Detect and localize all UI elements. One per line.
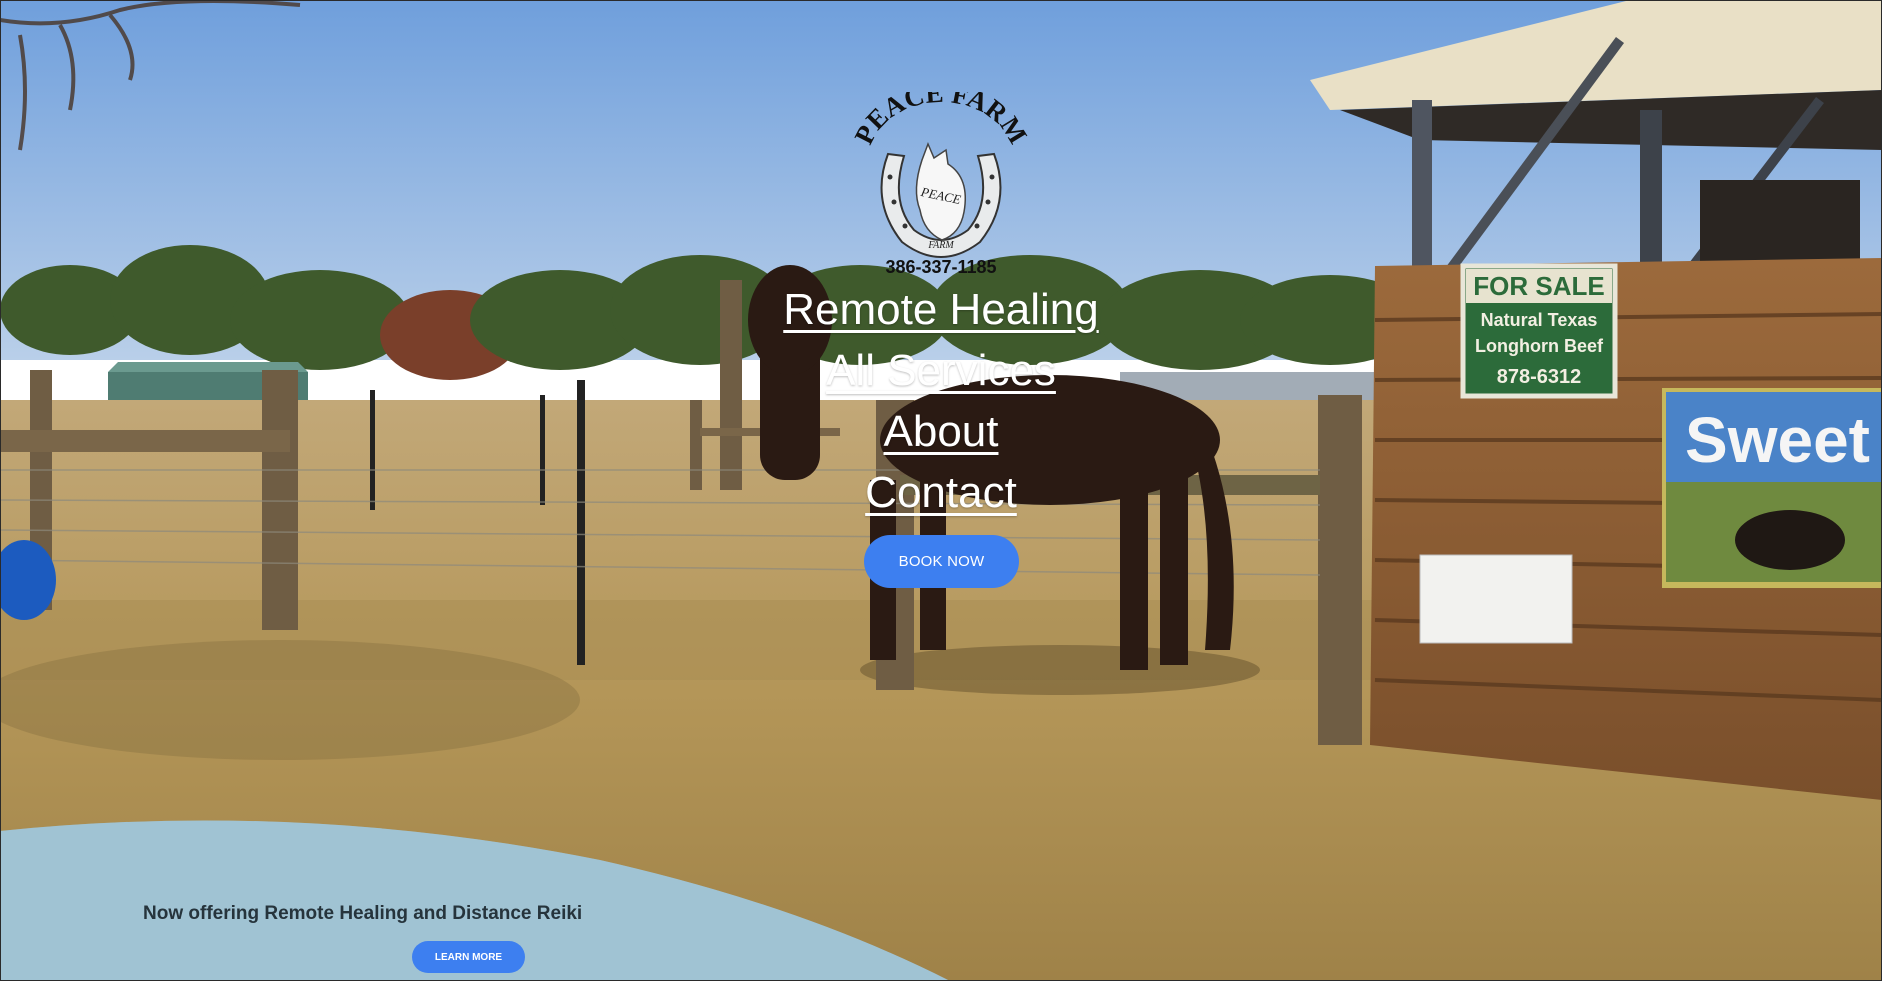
nav-item-all-services[interactable]: All Services [826, 346, 1056, 395]
nav-item-contact[interactable]: Contact [865, 468, 1017, 517]
nav-item-contact-wrap: Contact [0, 467, 1882, 519]
logo-arc-text: PEACE FARM [850, 92, 1032, 149]
svg-text:PEACE FARM: PEACE FARM [850, 92, 1032, 149]
hero-section: FOR SALE Natural Texas Longhorn Beef 878… [0, 0, 1882, 981]
nav-item-about[interactable]: About [884, 407, 999, 456]
nav-item-all-services-wrap: All Services [0, 345, 1882, 397]
book-now-button[interactable]: BOOK NOW [864, 535, 1019, 588]
peace-farm-logo[interactable]: PEACE FARM PEACE FARM 386-337-1185 [850, 92, 1032, 278]
nav-item-about-wrap: About [0, 406, 1882, 458]
phone-number: 386-337-1185 [885, 257, 996, 277]
nav-item-remote-healing-wrap: Remote Healing [0, 284, 1882, 336]
banner-announcement: Now offering Remote Healing and Distance… [143, 903, 583, 924]
logo-bottom-text: FARM [927, 240, 954, 251]
nav-item-remote-healing[interactable]: Remote Healing [783, 285, 1099, 334]
learn-more-button[interactable]: LEARN MORE [412, 941, 525, 973]
